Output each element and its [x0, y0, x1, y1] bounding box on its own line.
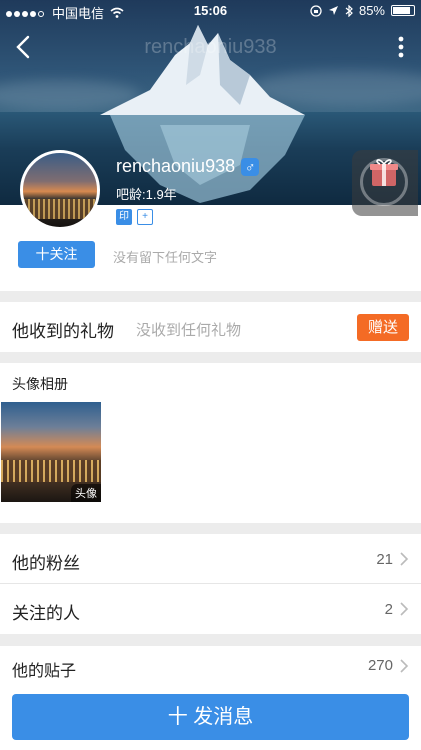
- gift-icon: [370, 159, 398, 186]
- badge-row: 印 +: [116, 209, 153, 225]
- seal-badge[interactable]: 印: [116, 209, 132, 225]
- album-title: 头像相册: [12, 376, 68, 392]
- following-count: 2: [384, 601, 393, 618]
- rotation-lock-icon: [310, 4, 322, 17]
- male-icon: ♂: [241, 157, 260, 176]
- add-badge[interactable]: +: [137, 209, 153, 225]
- bar-age: 吧龄:1.9年: [116, 187, 177, 202]
- give-gift-button[interactable]: 赠送: [357, 314, 409, 341]
- username-text: renchaoniu938: [116, 156, 236, 176]
- avatar[interactable]: [20, 150, 100, 230]
- list-item-following[interactable]: 关注的人 2: [0, 584, 421, 634]
- gifts-title: 他收到的礼物: [12, 322, 114, 341]
- avatar-album: 头像相册 头像: [0, 363, 421, 523]
- battery-icon: [391, 5, 415, 16]
- chevron-right-icon: [400, 659, 409, 673]
- follow-button[interactable]: 十关注: [18, 241, 95, 268]
- gifts-empty-text: 没收到任何礼物: [136, 322, 242, 339]
- list-item-fans[interactable]: 他的粉丝 21: [0, 534, 421, 584]
- send-message-button[interactable]: 十 发消息: [12, 694, 409, 740]
- bluetooth-icon: [345, 4, 353, 17]
- stats-list: 他的粉丝 21 关注的人 2: [0, 534, 421, 634]
- page-title: renchaoniu938: [144, 36, 277, 58]
- gifts-section: 他收到的礼物 没收到任何礼物 赠送: [0, 302, 421, 352]
- username: renchaoniu938 ♂: [116, 156, 260, 177]
- chevron-right-icon: [400, 602, 409, 616]
- chevron-right-icon: [400, 552, 409, 566]
- battery-percent: 85%: [358, 3, 385, 18]
- more-icon[interactable]: [391, 32, 411, 62]
- thumbnail-tag: 头像: [71, 484, 101, 502]
- fans-count: 21: [376, 551, 393, 568]
- posts-label: 他的贴子: [12, 663, 77, 680]
- location-icon: [328, 6, 338, 15]
- gift-button[interactable]: [352, 150, 418, 216]
- album-thumbnail[interactable]: 头像: [1, 402, 101, 502]
- status-bar: 中国电信 15:06 85%: [0, 0, 421, 22]
- fans-label: 他的粉丝: [12, 554, 80, 573]
- following-label: 关注的人: [12, 604, 80, 623]
- posts-count: 270: [367, 657, 393, 674]
- bio-text: 没有留下任何文字: [113, 250, 218, 265]
